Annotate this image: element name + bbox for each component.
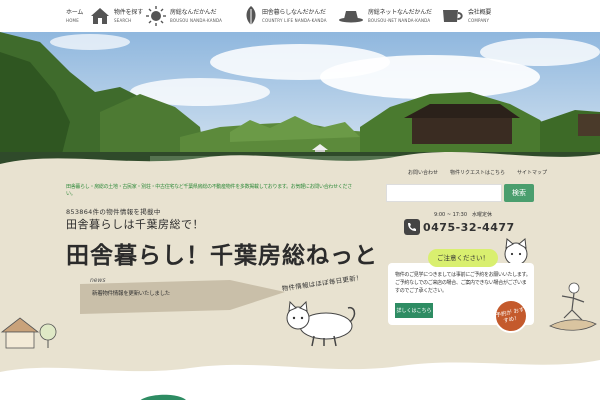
tagline: 田舎暮らしは千葉房総で！ xyxy=(66,218,204,231)
house-icon xyxy=(90,7,110,25)
site-logo[interactable]: 田舎暮らし！千葉房総ねっと xyxy=(66,236,378,270)
link-contact[interactable]: お問い合わせ xyxy=(408,169,438,176)
phone-icon xyxy=(404,219,420,239)
surfer-illustration-icon xyxy=(544,278,600,342)
nav-sublabel: COUNTRY LIFE NANDA-KANDA xyxy=(262,17,327,23)
listing-count: 853864件の物件情報を掲載中 xyxy=(66,208,161,216)
nav-item-company[interactable]: 会社概要 COMPANY xyxy=(442,4,491,28)
nav-sublabel: BOUSOU NANDA-KANDA xyxy=(170,17,223,23)
cat-mascot-icon xyxy=(284,300,358,352)
nav-sublabel: SEARCH xyxy=(114,17,132,23)
nav-label: 物件を探す xyxy=(114,8,144,16)
search-input[interactable] xyxy=(386,184,502,202)
nav-sublabel: COMPANY xyxy=(468,17,490,23)
link-sitemap[interactable]: サイトマップ xyxy=(517,169,547,176)
site-lead-text: 田舎暮らし・房総の土地・古民家・別荘・中古住宅など千葉県房総の不動産物件を多数掲… xyxy=(66,184,352,197)
nav-label: 房総ネットなんだかんだ xyxy=(368,8,432,16)
notice-heading: ご注意ください！ xyxy=(428,249,498,267)
nav-label: 田舎暮らしなんだかんだ xyxy=(262,8,326,16)
hat-icon xyxy=(338,9,364,23)
news-banner xyxy=(80,280,290,320)
nav-item-countrylife[interactable]: 田舎暮らしなんだかんだ COUNTRY LIFE NANDA-KANDA xyxy=(244,4,327,28)
details-button[interactable]: 詳しくはこちら xyxy=(395,303,433,318)
nav-label: 会社概要 xyxy=(468,8,492,16)
sun-icon xyxy=(146,6,166,26)
house-illustration-icon xyxy=(0,312,60,356)
news-item-link[interactable]: 新着物件情報を更新いたしました xyxy=(92,289,170,297)
nav-item-bousou[interactable]: 房総なんだかんだ BOUSOU NANDA-KANDA xyxy=(146,4,222,28)
reservation-stamp: 予約が おすすめ！ xyxy=(494,299,528,333)
blue-tab-shape xyxy=(228,394,258,400)
nav-sublabel: BOUSOU-NET NANDA-KANDA xyxy=(368,17,431,23)
nav-item-bousounet[interactable]: 房総ネットなんだかんだ BOUSOU-NET NANDA-KANDA xyxy=(338,4,432,28)
stamp-label: 予約が おすすめ！ xyxy=(495,307,526,325)
green-tab-shape xyxy=(138,388,188,400)
nav-sublabel: HOME xyxy=(66,17,79,23)
nav-label: ホーム xyxy=(66,8,84,16)
cup-icon xyxy=(442,8,464,24)
nav-item-home[interactable]: ホーム HOME xyxy=(66,4,83,28)
news-label: news xyxy=(90,277,106,284)
utility-links: お問い合わせ 物件リクエストはこちら サイトマップ xyxy=(408,169,547,176)
nav-label: 房総なんだかんだ xyxy=(170,8,217,16)
search-button[interactable]: 検索 xyxy=(504,184,534,202)
notice-text: 物件のご見学につきましては事前にご予約をお願いいたします。ご予約なしでのご来店の… xyxy=(395,272,531,294)
global-nav: ホーム HOME 物件を探す SEARCH 房総なんだかんだ BOUSOU NA… xyxy=(0,0,600,32)
leaf-icon xyxy=(244,5,258,27)
business-hours: 9:00 ~ 17:30 水曜定休 xyxy=(434,212,493,218)
link-request[interactable]: 物件リクエストはこちら xyxy=(450,169,505,176)
nav-item-search[interactable]: 物件を探す SEARCH xyxy=(90,4,143,28)
phone-number[interactable]: 0475-32-4477 xyxy=(423,221,515,234)
